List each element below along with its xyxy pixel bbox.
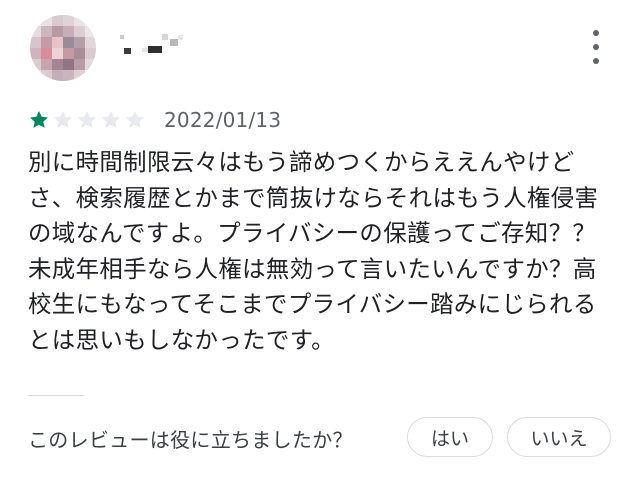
star-filled-icon	[28, 109, 50, 131]
review-card: 2022/01/13 別に時間制限云々はもう諦めつくからええんやけどさ、検索履歴…	[0, 0, 640, 484]
divider	[28, 395, 84, 396]
reviewer-avatar	[30, 15, 96, 81]
star-empty-icon	[52, 109, 74, 131]
star-empty-icon	[100, 109, 122, 131]
star-empty-icon	[76, 109, 98, 131]
more-vert-icon[interactable]	[586, 30, 606, 64]
review-text: 別に時間制限云々はもう諦めつくからええんやけどさ、検索履歴とかまで筒抜けならそれ…	[28, 148, 599, 354]
star-rating	[28, 109, 148, 131]
star-empty-icon	[124, 109, 146, 131]
helpful-yes-button[interactable]: はい	[407, 417, 493, 457]
review-date: 2022/01/13	[164, 108, 282, 132]
reviewer-name-redacted	[118, 34, 188, 58]
rating-row: 2022/01/13	[28, 106, 281, 134]
helpful-question: このレビューは役に立ちましたか？	[28, 428, 353, 452]
helpful-no-button[interactable]: いいえ	[507, 417, 611, 457]
